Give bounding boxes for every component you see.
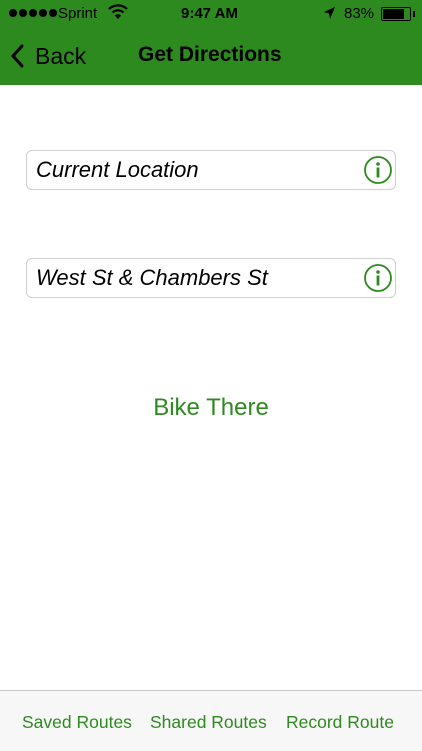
tab-record-route[interactable]: Record Route [286, 712, 394, 733]
carrier-name: Sprint [58, 5, 98, 22]
bike-there-button[interactable]: Bike There [0, 394, 422, 422]
page-title: Get Directions [138, 43, 282, 66]
navigation-bar: Back Get Directions [0, 28, 422, 84]
info-icon[interactable] [363, 263, 393, 293]
battery-percentage: 83% [344, 5, 375, 22]
info-icon[interactable] [363, 155, 393, 185]
start-location-input[interactable] [36, 151, 356, 189]
start-location-field[interactable] [26, 150, 396, 190]
back-label: Back [35, 42, 87, 69]
chevron-left-icon [10, 44, 24, 68]
tab-bar: Saved Routes Shared Routes Record Route [0, 690, 422, 751]
wifi-icon [108, 4, 128, 24]
header: Sprint 9:47 AM 83% Back Get Directions [0, 0, 422, 85]
back-button[interactable]: Back [10, 41, 86, 71]
destination-field[interactable] [26, 258, 396, 298]
status-time: 9:47 AM [181, 5, 238, 22]
tab-saved-routes[interactable]: Saved Routes [22, 712, 132, 733]
battery-icon [381, 7, 415, 21]
signal-strength-icon [9, 9, 57, 17]
tab-shared-routes[interactable]: Shared Routes [150, 712, 267, 733]
location-arrow-icon [323, 6, 336, 24]
destination-input[interactable] [36, 259, 356, 297]
status-bar: Sprint 9:47 AM 83% [0, 0, 422, 28]
